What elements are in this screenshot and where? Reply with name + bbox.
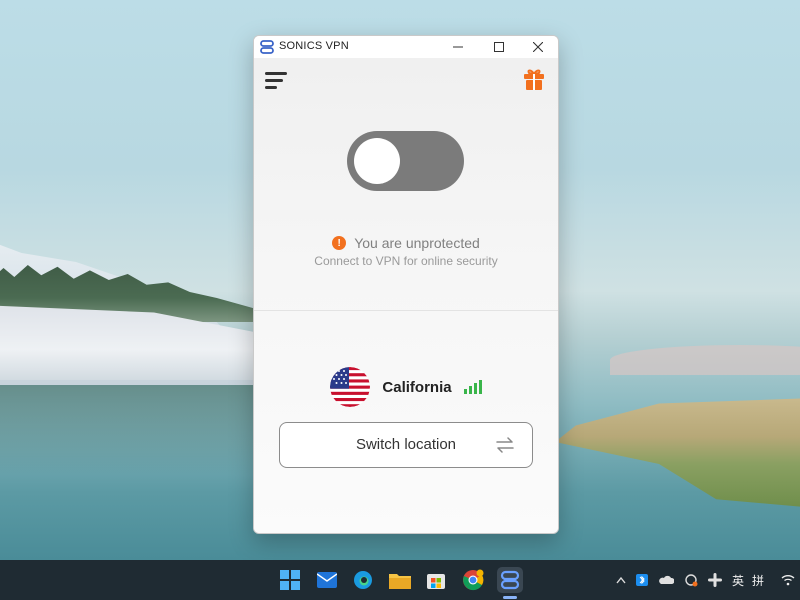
- mail-icon[interactable]: [314, 567, 340, 593]
- vpn-app-window: SONICS VPN ! You are unprotected Connect…: [253, 35, 559, 534]
- switch-location-button[interactable]: Switch location: [279, 422, 533, 468]
- slack-icon[interactable]: [708, 573, 722, 587]
- window-title: SONICS VPN: [279, 40, 349, 52]
- windows-logo: [280, 570, 300, 590]
- onedrive-icon[interactable]: [658, 575, 674, 585]
- bluetooth-tray-icon[interactable]: [636, 574, 648, 586]
- edge-glyph: [354, 571, 372, 589]
- microsoft-store-icon[interactable]: [423, 567, 449, 593]
- ime-mode-tray: 拼: [752, 560, 764, 600]
- wifi-icon[interactable]: [781, 574, 795, 586]
- section-divider: [254, 310, 558, 311]
- toggle-knob: [354, 138, 400, 184]
- ime-mode-indicator[interactable]: 拼: [752, 572, 764, 589]
- status-subtitle: Connect to VPN for online security: [314, 254, 498, 268]
- sonics-vpn-glyph: [500, 570, 520, 590]
- wallpaper-far-hill: [610, 345, 800, 375]
- taskbar: 英 拼: [0, 560, 800, 600]
- wallpaper-lake-reflection: [0, 385, 260, 475]
- status-title: You are unprotected: [354, 235, 480, 251]
- network-tray: [781, 560, 795, 600]
- warning-icon: !: [332, 236, 347, 250]
- file-explorer-icon[interactable]: [387, 567, 413, 593]
- us-flag-icon: [330, 367, 371, 407]
- protection-status: ! You are unprotected: [254, 233, 558, 253]
- folder-glyph: [389, 574, 411, 589]
- close-button[interactable]: [518, 36, 558, 58]
- app-content: ! You are unprotected Connect to VPN for…: [254, 58, 558, 533]
- active-app-indicator: [503, 596, 517, 599]
- maximize-button[interactable]: [479, 36, 519, 58]
- chrome-icon[interactable]: [460, 567, 486, 593]
- chrome-glyph: [463, 569, 484, 591]
- vpn-connect-toggle[interactable]: [347, 131, 464, 191]
- mail-glyph: [317, 572, 337, 588]
- minimize-icon: [453, 46, 463, 48]
- minimize-button[interactable]: [438, 36, 478, 58]
- store-glyph: [427, 574, 445, 589]
- chevron-up-icon[interactable]: [616, 576, 626, 584]
- maximize-icon: [494, 42, 504, 52]
- windows-start-icon[interactable]: [277, 567, 303, 593]
- close-icon: [533, 42, 543, 52]
- signal-strength-icon: [463, 380, 482, 394]
- title-bar[interactable]: SONICS VPN: [254, 36, 558, 58]
- gift-icon[interactable]: [523, 67, 545, 91]
- switch-location-label: Switch location: [355, 436, 457, 453]
- location-name: California: [382, 378, 452, 396]
- app-logo-icon: [260, 40, 274, 54]
- sync-icon[interactable]: [684, 573, 698, 587]
- hamburger-menu-icon[interactable]: [264, 70, 290, 90]
- ime-language-indicator[interactable]: 英: [732, 572, 744, 589]
- edge-icon[interactable]: [350, 567, 376, 593]
- current-location: California: [254, 366, 558, 408]
- sonics-vpn-icon[interactable]: [497, 567, 523, 593]
- system-tray: 英: [616, 560, 744, 600]
- swap-arrows-icon: [496, 437, 514, 453]
